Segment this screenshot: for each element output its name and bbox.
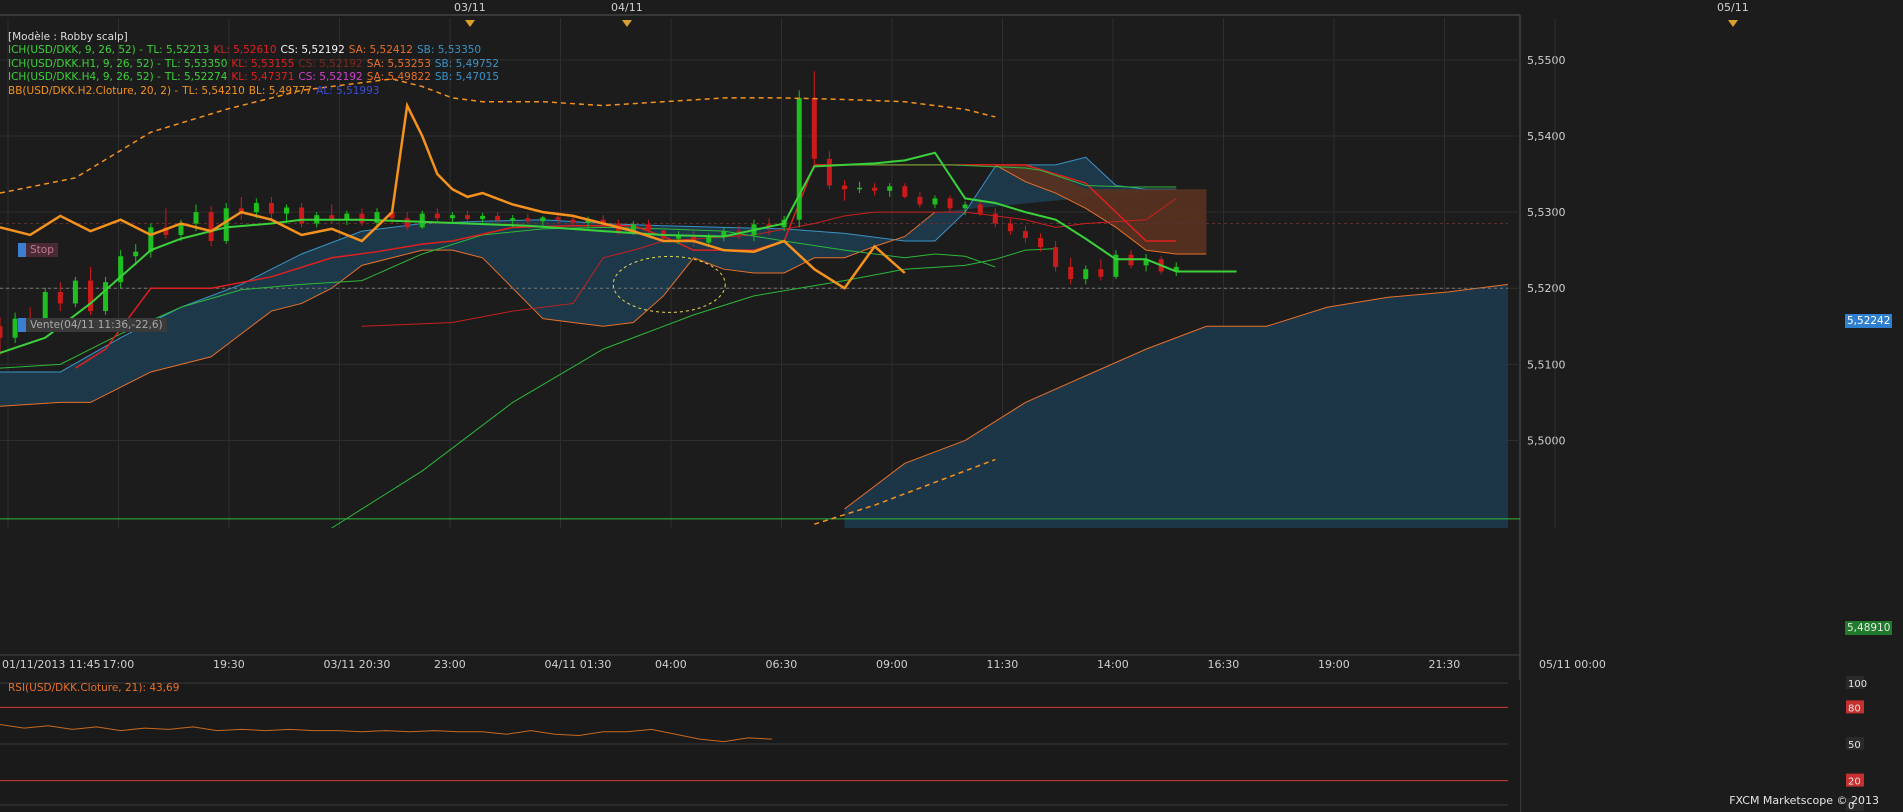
x-tick-label: 21:30 <box>1429 658 1461 671</box>
candle-body <box>419 213 425 228</box>
model-title: [Modèle : Robby scalp] <box>8 31 128 43</box>
candle-body <box>826 158 832 186</box>
x-tick-label: 03/11 20:30 <box>324 658 391 671</box>
legend-bollinger: BB(USD/DKK.H2.Cloture, 20, 2) - TL: 5,542… <box>8 84 380 97</box>
x-tick-label: 01/11/2013 11:45 <box>2 658 101 671</box>
candle-body <box>887 186 893 191</box>
candle-body <box>1098 269 1104 277</box>
candle-body <box>464 215 470 219</box>
x-tick-label: 17:00 <box>103 658 135 671</box>
legend-line-3: ICH(USD/DKK.H4, 9, 26, 52) - TL: 5,52274 K… <box>8 71 500 84</box>
y-tick-label: 5,5500 <box>1527 54 1566 67</box>
candle-body <box>404 218 410 228</box>
top-date-label: 05/11 <box>1717 1 1749 14</box>
candle-body <box>133 251 139 257</box>
y-tick-label: 5,5100 <box>1527 358 1566 371</box>
candle-body <box>223 208 229 242</box>
candle-body <box>103 282 109 312</box>
candle-body <box>148 227 154 252</box>
legend-line-2: ICH(USD/DKK.H1, 9, 26, 52) - TL: 5,53350 K… <box>8 57 500 70</box>
x-tick-label: 04/11 01:30 <box>545 658 612 671</box>
candle-body <box>1007 223 1013 232</box>
current-price-tag: 5,52242 <box>1845 314 1893 328</box>
candle-body <box>87 280 93 312</box>
candle-body <box>525 218 531 222</box>
rsi-level-label: 20 <box>1848 777 1861 788</box>
candle-body <box>193 212 199 224</box>
y-tick-label: 5,5300 <box>1527 206 1566 219</box>
chart-canvas: 5,5500 5,5400 5,5300 5,5200 5,5100 5,5000 01/1… <box>0 0 1903 812</box>
low-price-tag: 5,48910 <box>1845 621 1893 635</box>
rsi-panel <box>0 680 1520 812</box>
x-tick-label: 23:00 <box>434 658 466 671</box>
legend-line-1: ICH(USD/DKK, 9, 26, 52) - TL: 5,52213 KL: … <box>8 44 482 57</box>
x-tick-label: 19:00 <box>1318 658 1350 671</box>
candle-body <box>57 292 63 304</box>
candle-body <box>299 207 305 224</box>
candle-body <box>992 213 998 224</box>
candle-body <box>872 187 878 191</box>
y-tick-label: 5,5400 <box>1527 130 1566 143</box>
candle-body <box>1053 247 1059 267</box>
candle-body <box>449 215 455 219</box>
y-tick-label: 5,5200 <box>1527 282 1566 295</box>
candle-body <box>857 187 863 190</box>
candle-body <box>645 224 651 231</box>
candle-body <box>268 202 274 214</box>
x-tick-label: 05/11 00:00 <box>1539 658 1606 671</box>
candle-body <box>811 97 817 159</box>
x-tick-label: 14:00 <box>1097 658 1129 671</box>
candle-body <box>540 217 546 222</box>
candle-body <box>555 217 561 220</box>
x-tick-label: 11:30 <box>987 658 1019 671</box>
candle-body <box>932 198 938 205</box>
candle-body <box>253 202 259 213</box>
candle-body <box>947 198 953 209</box>
candle-body <box>208 212 214 242</box>
candle-body <box>284 207 290 214</box>
x-tick-label: 09:00 <box>876 658 908 671</box>
candle-body <box>0 326 3 338</box>
candle-body <box>570 219 576 223</box>
indicator-legend: [Modèle : Robby scalp] ICH(USD/DKK, 9, 2… <box>8 31 503 98</box>
x-tick-label: 16:30 <box>1208 658 1240 671</box>
x-tick-label: 19:30 <box>213 658 245 671</box>
y-tick-label: 5,5000 <box>1527 434 1566 447</box>
copyright: FXCM Marketscope © 2013 <box>1729 794 1879 807</box>
rsi-level-label: 50 <box>1848 740 1861 751</box>
candle-body <box>72 280 78 304</box>
candle-body <box>480 215 486 219</box>
candle-body <box>917 196 923 205</box>
rsi-level-label: 80 <box>1848 703 1861 714</box>
candle-body <box>510 218 516 221</box>
x-tick-label: 06:30 <box>766 658 798 671</box>
candle-body <box>977 204 983 214</box>
candle-body <box>495 215 501 221</box>
candle-body <box>434 213 440 219</box>
candle-body <box>1083 269 1089 280</box>
stop-order-tag[interactable]: Stop <box>18 243 58 257</box>
sell-order-tag[interactable]: Vente(04/11 11:36,-22,6) <box>18 318 167 332</box>
rsi-label: RSI(USD/DKK.Cloture, 21): 43,69 <box>8 682 180 694</box>
candle-body <box>1038 237 1044 248</box>
x-tick-label: 04:00 <box>655 658 687 671</box>
candle-body <box>12 318 18 338</box>
candle-body <box>841 185 847 190</box>
top-date-label: 04/11 <box>611 1 643 14</box>
candle-body <box>796 97 802 220</box>
candle-body <box>1022 231 1028 238</box>
candle-body <box>706 236 712 243</box>
candle-body <box>962 204 968 209</box>
top-date-label: 03/11 <box>454 1 486 14</box>
candle-body <box>902 186 908 197</box>
rsi-level-label: 100 <box>1848 679 1867 690</box>
candle-body <box>1068 266 1074 280</box>
candle-body <box>359 213 365 223</box>
